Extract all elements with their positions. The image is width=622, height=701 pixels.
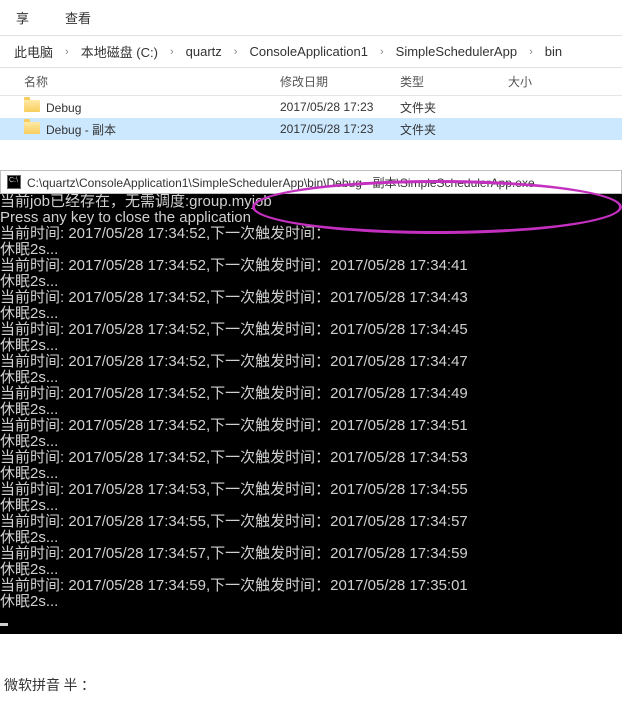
toolbar-view[interactable]: 查看 (57, 4, 99, 31)
toolbar-share[interactable]: 享 (8, 4, 37, 31)
console-line: 休眠2s... (0, 466, 622, 482)
console-line: 当前时间: 2017/05/28 17:34:52,下一次触发时间： (0, 226, 622, 242)
console-line: 当前时间: 2017/05/28 17:34:53,下一次触发时间：2017/0… (0, 482, 622, 498)
console-line: 当前时间: 2017/05/28 17:34:57,下一次触发时间：2017/0… (0, 546, 622, 562)
file-name: Debug - 副本 (46, 123, 116, 137)
console-line: 休眠2s... (0, 498, 622, 514)
file-type: 文件夹 (400, 121, 508, 138)
breadcrumb-segment[interactable]: quartz (180, 44, 228, 59)
cursor (0, 623, 8, 626)
col-date[interactable]: 修改日期 (280, 73, 400, 90)
console-line: 休眠2s... (0, 242, 622, 258)
breadcrumb-segment[interactable]: bin (539, 44, 568, 59)
console-line: Press any key to close the application (0, 210, 622, 226)
console-line: 休眠2s... (0, 274, 622, 290)
console-title-text: C:\quartz\ConsoleApplication1\SimpleSche… (27, 174, 535, 191)
file-type: 文件夹 (400, 99, 508, 116)
table-row[interactable]: Debug - 副本 2017/05/28 17:23文件夹 (0, 118, 622, 140)
ime-status: 微软拼音 半 ： (4, 675, 95, 695)
folder-icon (24, 100, 40, 112)
console-output: 当前job已经存在，无需调度:group.myjobPress any key … (0, 194, 622, 634)
file-date: 2017/05/28 17:23 (280, 122, 400, 136)
console-line: 当前时间: 2017/05/28 17:34:52,下一次触发时间：2017/0… (0, 258, 622, 274)
console-line: 休眠2s... (0, 306, 622, 322)
console-line: 休眠2s... (0, 402, 622, 418)
chevron-right-icon: › (164, 46, 180, 58)
breadcrumb-segment[interactable]: 此电脑 (8, 42, 59, 61)
breadcrumb-segment[interactable]: SimpleSchedulerApp (390, 44, 523, 59)
console-line: 休眠2s... (0, 594, 622, 610)
console-line: 当前时间: 2017/05/28 17:34:52,下一次触发时间：2017/0… (0, 418, 622, 434)
console-line: 当前时间: 2017/05/28 17:34:52,下一次触发时间：2017/0… (0, 386, 622, 402)
chevron-right-icon: › (59, 46, 75, 58)
console-line: 休眠2s... (0, 530, 622, 546)
col-type[interactable]: 类型 (400, 73, 508, 90)
chevron-right-icon: › (228, 46, 244, 58)
console-line: 当前时间: 2017/05/28 17:34:55,下一次触发时间：2017/0… (0, 514, 622, 530)
chevron-right-icon: › (374, 46, 390, 58)
console-line: 当前时间: 2017/05/28 17:34:52,下一次触发时间：2017/0… (0, 354, 622, 370)
console-line: 休眠2s... (0, 562, 622, 578)
list-header: 名称 修改日期 类型 大小 (0, 68, 622, 96)
col-name[interactable]: 名称 (24, 73, 280, 90)
chevron-right-icon: › (523, 46, 539, 58)
breadcrumb[interactable]: 此电脑›本地磁盘 (C:)›quartz›ConsoleApplication1… (0, 36, 622, 68)
console-icon (7, 175, 21, 189)
folder-icon (24, 122, 40, 134)
console-line: 当前时间: 2017/05/28 17:34:52,下一次触发时间：2017/0… (0, 322, 622, 338)
console-titlebar[interactable]: C:\quartz\ConsoleApplication1\SimpleSche… (0, 170, 622, 194)
file-name: Debug (46, 101, 81, 115)
console-line: 当前时间: 2017/05/28 17:34:59,下一次触发时间：2017/0… (0, 578, 622, 594)
console-line: 休眠2s... (0, 370, 622, 386)
console-window: C:\quartz\ConsoleApplication1\SimpleSche… (0, 170, 622, 634)
file-date: 2017/05/28 17:23 (280, 100, 400, 114)
console-line: 当前时间: 2017/05/28 17:34:52,下一次触发时间：2017/0… (0, 290, 622, 306)
console-line: 当前时间: 2017/05/28 17:34:52,下一次触发时间：2017/0… (0, 450, 622, 466)
breadcrumb-segment[interactable]: ConsoleApplication1 (243, 44, 374, 59)
col-size[interactable]: 大小 (508, 73, 588, 90)
explorer-toolbar: 享 查看 (0, 0, 622, 36)
console-line: 休眠2s... (0, 434, 622, 450)
table-row[interactable]: Debug 2017/05/28 17:23文件夹 (0, 96, 622, 118)
console-line: 休眠2s... (0, 338, 622, 354)
breadcrumb-segment[interactable]: 本地磁盘 (C:) (75, 42, 164, 61)
console-line: 当前job已经存在，无需调度:group.myjob (0, 194, 622, 210)
file-list: 名称 修改日期 类型 大小 Debug2017/05/28 17:23文件夹De… (0, 68, 622, 140)
